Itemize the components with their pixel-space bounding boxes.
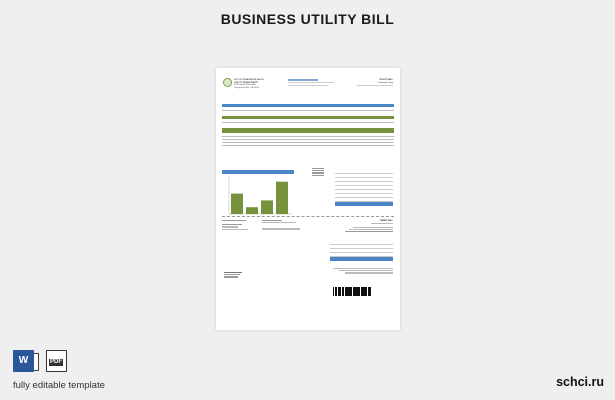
pdf-label: PDF [49, 359, 63, 366]
bill-type-sub: Customer Copy [377, 81, 393, 84]
chart-bar [231, 193, 243, 214]
issuer-address: CITY OF PINEGROVE FALLS UTILITY DEPARTME… [234, 79, 280, 95]
chart-bar [276, 181, 288, 214]
template-caption: fully editable template [13, 380, 105, 391]
service-row [222, 120, 394, 123]
consumption-chart [222, 170, 294, 218]
pdf-document-icon: PDF [46, 350, 67, 372]
chart-bar [261, 200, 273, 214]
service-header-bar [222, 116, 394, 119]
tear-line [222, 216, 394, 217]
charges-header-bar [222, 128, 394, 133]
remit-summary [330, 241, 393, 261]
credit-bill-block: CREDIT BILL [345, 220, 393, 233]
summary-total-bar [335, 202, 393, 206]
brand-logo: schci.ru [556, 375, 604, 389]
page-title: BUSINESS UTILITY BILL [220, 11, 395, 27]
remit-middle [262, 220, 302, 230]
account-info-block [288, 79, 340, 89]
return-address [224, 272, 244, 278]
remit-total-bar [330, 257, 393, 261]
table-row [222, 143, 394, 146]
barcode [333, 287, 390, 296]
bill-document-preview: CITY OF PINEGROVE FALLS UTILITY DEPARTME… [216, 68, 400, 330]
barcode-stripe [370, 287, 371, 296]
remit-left [222, 220, 262, 230]
charges-table [222, 134, 394, 146]
remit-notes [333, 268, 393, 274]
word-document-icon: W [13, 350, 39, 372]
format-icons: W PDF [13, 350, 67, 372]
bill-summary [335, 170, 393, 206]
city-seal-logo [223, 78, 232, 87]
chart-svg [228, 176, 292, 215]
bill-type-block: UTILITY BILL Customer Copy [353, 79, 393, 87]
credit-bill-title: CREDIT BILL [379, 220, 393, 222]
chart-bar [246, 207, 258, 214]
meter-info [312, 168, 324, 176]
customer-row [222, 108, 394, 111]
customer-header-bar [222, 104, 394, 107]
